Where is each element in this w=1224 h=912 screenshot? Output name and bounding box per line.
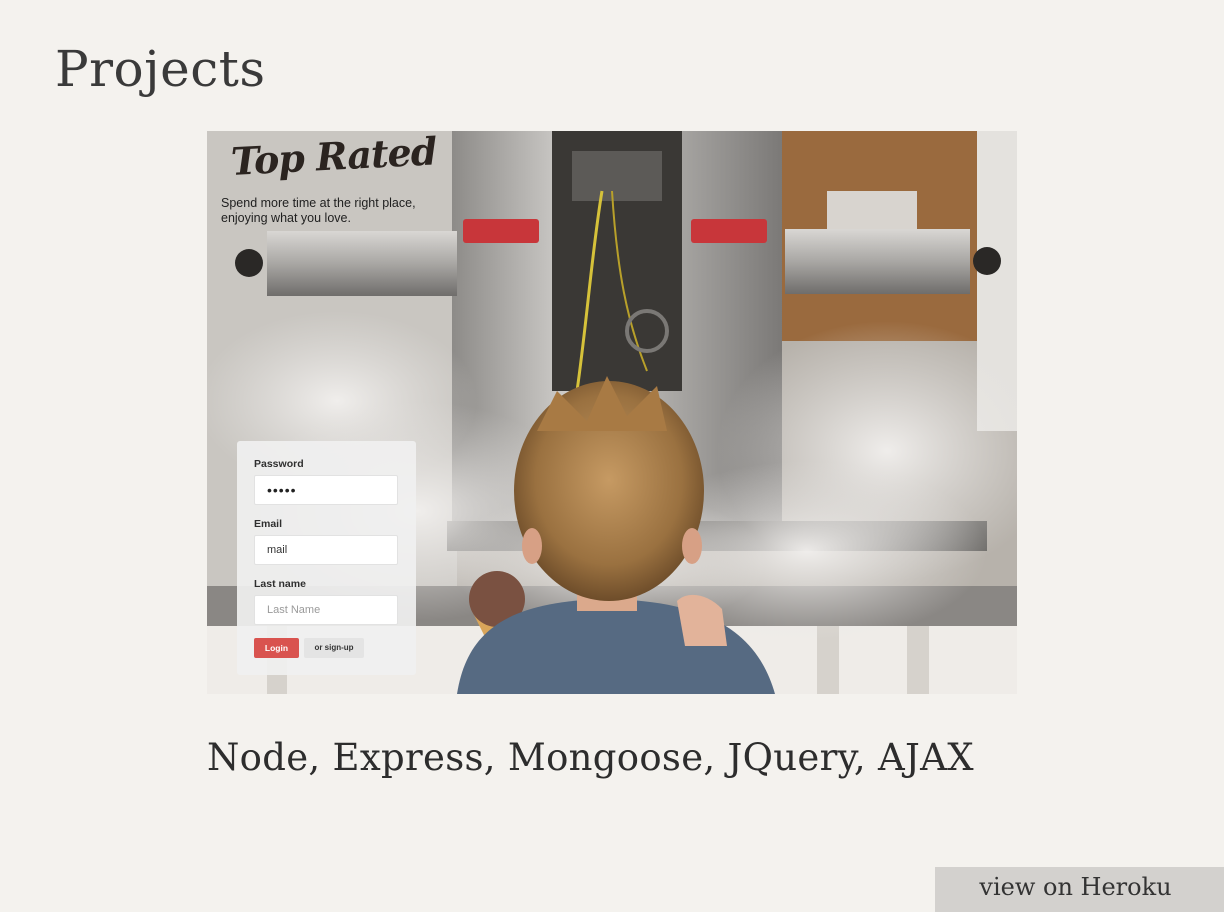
password-label: Password — [254, 458, 304, 470]
password-field[interactable]: ••••• — [254, 475, 398, 505]
view-on-heroku-link[interactable]: view on Heroku — [935, 867, 1224, 912]
last-name-label: Last name — [254, 578, 306, 590]
email-field[interactable]: mail — [254, 535, 398, 565]
project-tech-stack: Node, Express, Mongoose, JQuery, AJAX — [207, 736, 974, 779]
project-screenshot: Top Rated Spend more time at the right p… — [207, 131, 1017, 694]
login-button[interactable]: Login — [254, 638, 299, 658]
email-label: Email — [254, 518, 283, 530]
page-title: Projects — [55, 40, 266, 98]
app-tagline: Spend more time at the right place, enjo… — [221, 196, 416, 225]
login-form: Password ••••• Email mail Last name Last… — [237, 441, 416, 675]
signup-button[interactable]: or sign-up — [304, 638, 364, 658]
projects-page: Projects Top Rated Spend more time at th… — [0, 0, 1224, 912]
last-name-field[interactable]: Last Name — [254, 595, 398, 625]
